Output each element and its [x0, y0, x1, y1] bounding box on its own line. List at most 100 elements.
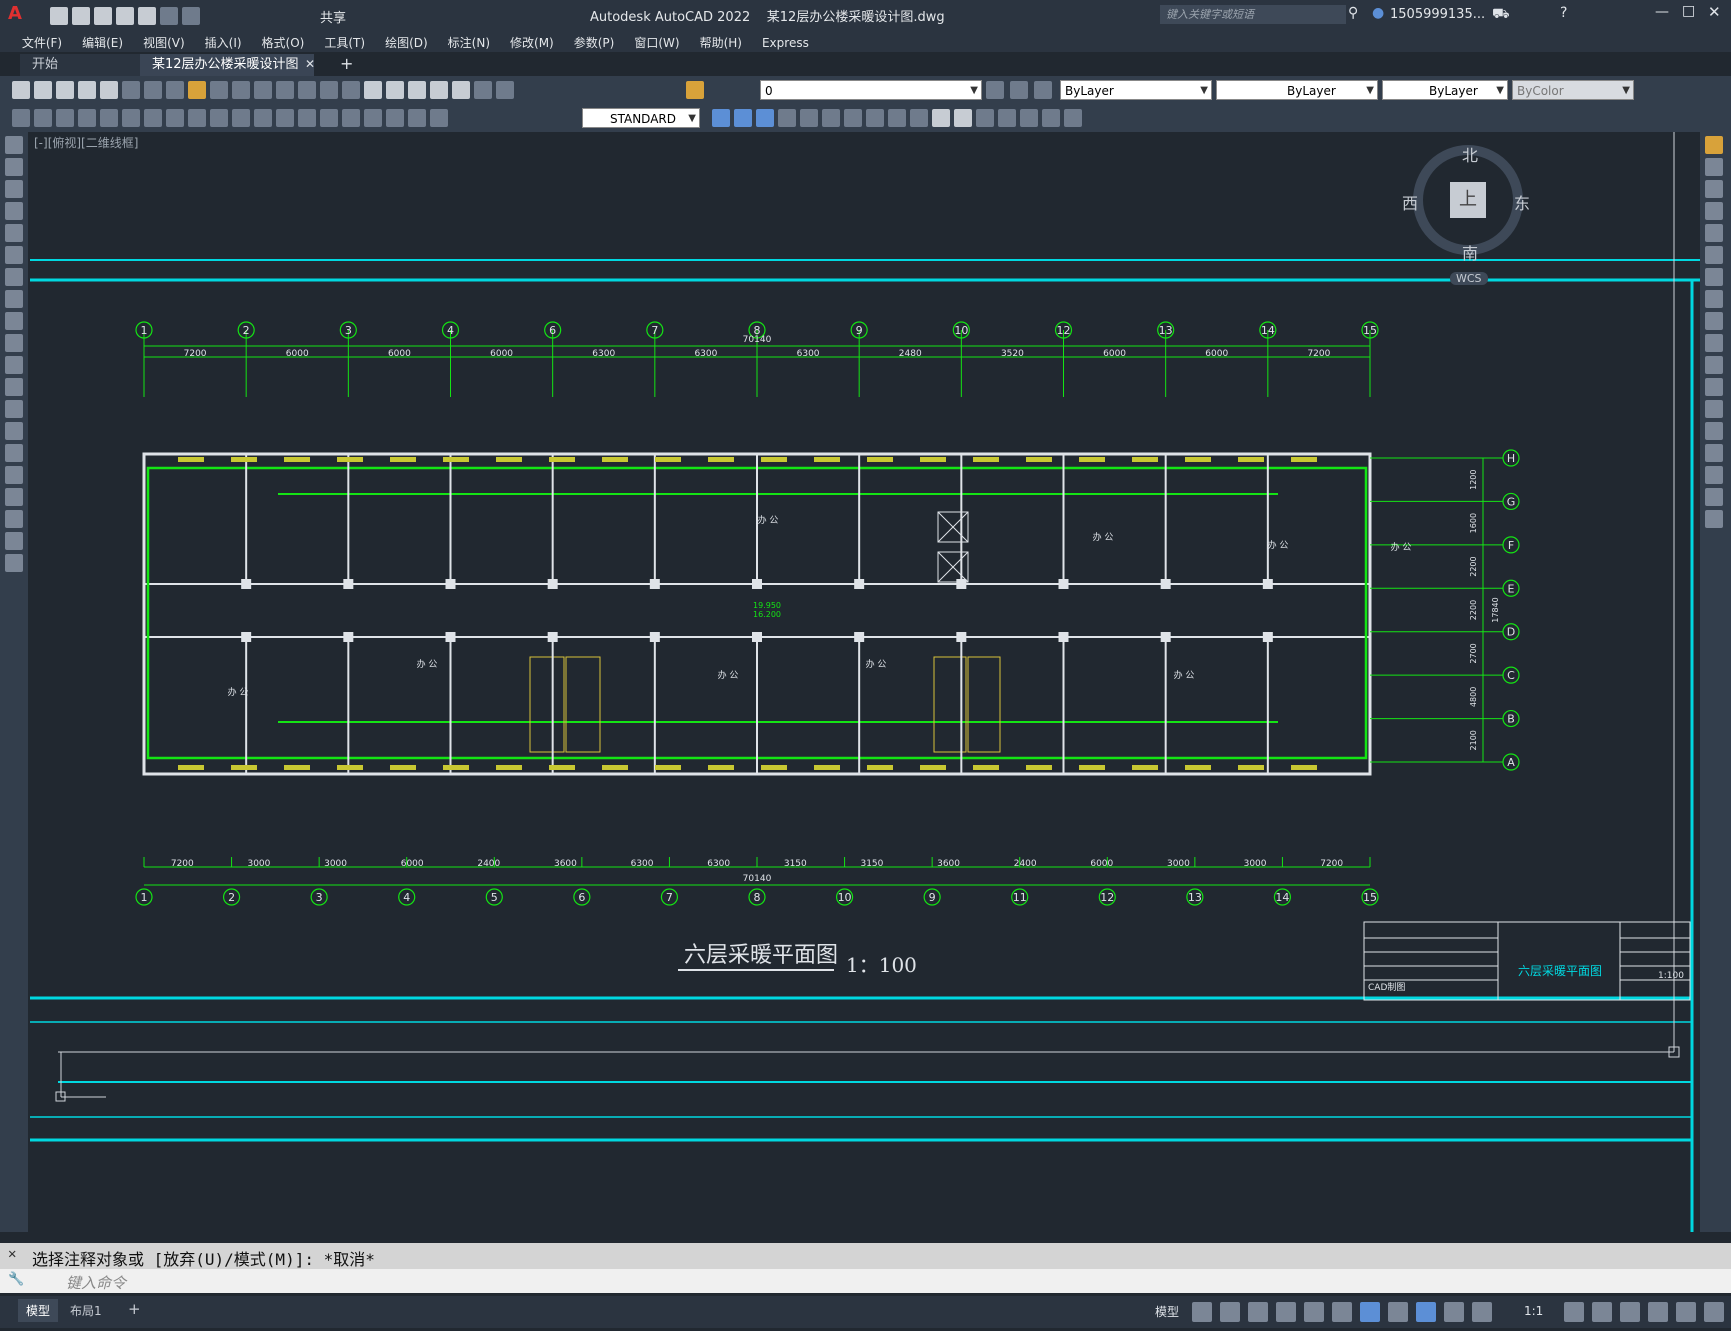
customize-icon[interactable]: 🔧: [8, 1272, 24, 1287]
mtext-icon[interactable]: [5, 532, 23, 550]
dim-ordinate-icon[interactable]: [78, 109, 96, 127]
spline-icon[interactable]: [5, 312, 23, 330]
dim-diameter-icon[interactable]: [144, 109, 162, 127]
modify-icon-2[interactable]: [800, 109, 818, 127]
modify-icon-12[interactable]: [1020, 109, 1038, 127]
copy-object-icon[interactable]: [1705, 158, 1723, 176]
qnew-icon[interactable]: [12, 81, 30, 99]
workspace-gear-icon[interactable]: [1564, 1302, 1584, 1322]
dim-baseline-icon[interactable]: [210, 109, 228, 127]
inspect-icon[interactable]: [342, 109, 360, 127]
print-icon[interactable]: [78, 81, 96, 99]
revcloud-icon[interactable]: [5, 290, 23, 308]
save-as-icon[interactable]: [116, 7, 134, 25]
plotstyle-select[interactable]: ByColor ▼: [1512, 80, 1634, 100]
redo-icon[interactable]: [182, 7, 200, 25]
snap-icon[interactable]: [1220, 1302, 1240, 1322]
trim-icon[interactable]: [1705, 334, 1723, 352]
dim-continue-icon[interactable]: [232, 109, 250, 127]
modify-icon-11[interactable]: [998, 109, 1016, 127]
construction-line-icon[interactable]: [5, 158, 23, 176]
new-file-icon[interactable]: [50, 7, 68, 25]
gradient-icon[interactable]: [5, 466, 23, 484]
center-mark-icon[interactable]: [320, 109, 338, 127]
close-icon[interactable]: ✕: [1708, 3, 1721, 21]
annotation-visibility-icon[interactable]: [1416, 1302, 1436, 1322]
chamfer-icon[interactable]: [1705, 444, 1723, 462]
table-icon[interactable]: [5, 510, 23, 528]
isodraft-icon[interactable]: [1304, 1302, 1324, 1322]
cmd-close-icon[interactable]: ✕: [8, 1246, 16, 1262]
new-tab-button[interactable]: +: [340, 54, 353, 73]
fillet-icon[interactable]: [1705, 466, 1723, 484]
scale-icon[interactable]: [1705, 290, 1723, 308]
publish-icon[interactable]: [122, 81, 140, 99]
zoom-prev-icon[interactable]: [342, 81, 360, 99]
open-file-icon[interactable]: [72, 7, 90, 25]
save-icon[interactable]: [94, 7, 112, 25]
menu-express[interactable]: Express: [752, 32, 819, 54]
dim-radius-icon[interactable]: [100, 109, 118, 127]
jogged-linear-icon[interactable]: [364, 109, 382, 127]
minimize-icon[interactable]: —: [1655, 4, 1669, 20]
share-button[interactable]: 共享: [320, 7, 346, 26]
modify-icon-4[interactable]: [844, 109, 862, 127]
polyline-icon[interactable]: [5, 180, 23, 198]
command-input[interactable]: 键入命令: [66, 1272, 126, 1293]
user-icon[interactable]: ●: [1372, 5, 1384, 21]
rectangle-icon[interactable]: [5, 224, 23, 242]
extend-icon[interactable]: [1705, 356, 1723, 374]
compass-north[interactable]: 北: [1462, 142, 1478, 166]
array-icon[interactable]: [1705, 224, 1723, 242]
user-name[interactable]: 1505999135...: [1390, 7, 1485, 22]
break-icon[interactable]: [1705, 400, 1723, 418]
preview-icon[interactable]: [100, 81, 118, 99]
explode-icon[interactable]: [1705, 510, 1723, 528]
tab-model[interactable]: 模型: [18, 1299, 59, 1322]
tolerance-icon[interactable]: [298, 109, 316, 127]
polygon-icon[interactable]: [5, 202, 23, 220]
properties-icon[interactable]: [364, 81, 382, 99]
dimstyle-select[interactable]: STANDARD ▼: [582, 108, 700, 128]
annotation-scale[interactable]: 1:1: [1524, 1304, 1543, 1318]
redo-tool-icon[interactable]: [254, 81, 272, 99]
arc-icon[interactable]: [5, 246, 23, 264]
linetype-select[interactable]: ByLayer ▼: [1216, 80, 1378, 100]
compass-west[interactable]: 西: [1402, 190, 1418, 214]
dim-update-icon[interactable]: [430, 109, 448, 127]
osnap-icon[interactable]: [1360, 1302, 1380, 1322]
pan-icon[interactable]: [276, 81, 294, 99]
grid-icon[interactable]: [1192, 1302, 1212, 1322]
open-icon[interactable]: [34, 81, 52, 99]
break-point-icon[interactable]: [1705, 378, 1723, 396]
sheet-set-icon[interactable]: [430, 81, 448, 99]
tab-drawing[interactable]: 某12层办公楼采暖设计图*: [140, 54, 314, 94]
undo-tool-icon[interactable]: [232, 81, 250, 99]
match-prop-icon[interactable]: [210, 81, 228, 99]
color-select[interactable]: ByLayer ▼: [1060, 80, 1212, 100]
make-block-icon[interactable]: [5, 400, 23, 418]
maximize-icon[interactable]: □: [1682, 3, 1695, 19]
isolate-icon[interactable]: [1648, 1302, 1668, 1322]
line-icon[interactable]: [5, 136, 23, 154]
clean-screen-icon[interactable]: [1676, 1302, 1696, 1322]
cube-icon-3[interactable]: [756, 109, 774, 127]
layer-on-icon[interactable]: [686, 81, 704, 99]
view-cube[interactable]: 上 北 南 西 东: [1402, 140, 1530, 263]
circle-icon[interactable]: [5, 268, 23, 286]
modify-icon-13[interactable]: [1042, 109, 1060, 127]
ortho-icon[interactable]: [1248, 1302, 1268, 1322]
layer-prev-icon[interactable]: [986, 81, 1004, 99]
tab-layout1[interactable]: 布局1: [70, 1302, 102, 1319]
layer-select[interactable]: 0 ▼: [760, 80, 982, 100]
dim-angular-icon[interactable]: [166, 109, 184, 127]
stretch-icon[interactable]: [1705, 312, 1723, 330]
zoom-icon[interactable]: [298, 81, 316, 99]
cut-icon[interactable]: [144, 81, 162, 99]
layer-unisolate-icon[interactable]: [1034, 81, 1052, 99]
undo-icon[interactable]: [160, 7, 178, 25]
copy-icon[interactable]: [166, 81, 184, 99]
model-space-toggle[interactable]: 模型: [1155, 1303, 1179, 1320]
offset-icon[interactable]: [1705, 202, 1723, 220]
modify-icon-9[interactable]: [954, 109, 972, 127]
